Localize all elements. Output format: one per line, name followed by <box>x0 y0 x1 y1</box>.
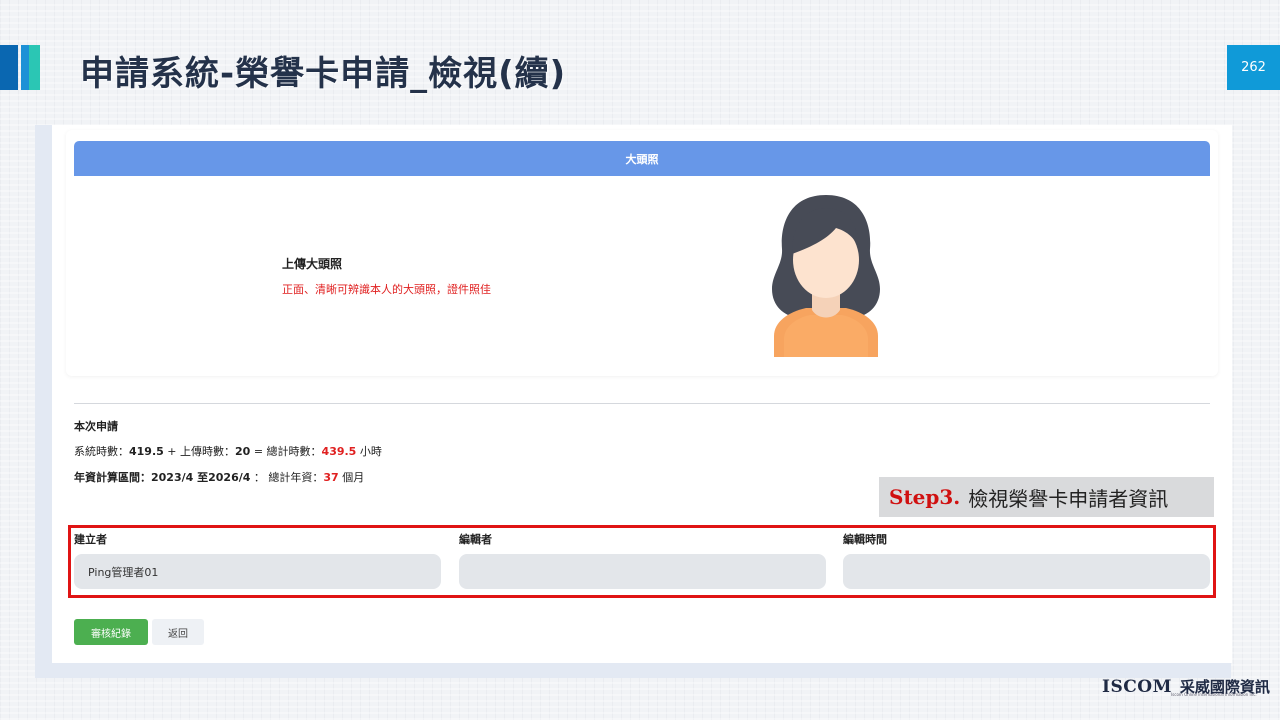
total-months-value: 37 <box>323 471 339 484</box>
upload-photo-hint: 正面、清晰可辨識本人的大頭照，證件照佳 <box>282 283 491 296</box>
editor-field[interactable] <box>459 554 826 589</box>
section-divider <box>74 403 1210 404</box>
edit-time-label: 編輯時間 <box>843 533 887 546</box>
step-number: Step3. <box>889 485 961 509</box>
total-hours-value: 439.5 <box>321 445 357 458</box>
edit-time-field[interactable] <box>843 554 1210 589</box>
avatar-placeholder-icon[interactable] <box>770 194 882 357</box>
system-hours-value: 419.5 <box>129 445 164 458</box>
title-accent-bars <box>0 45 40 90</box>
review-log-button[interactable]: 審核紀錄 <box>74 619 148 645</box>
creator-label: 建立者 <box>74 533 107 546</box>
logo-subtitle: Iscom Online International Information I… <box>1171 692 1257 697</box>
photo-section-header: 大頭照 <box>74 141 1210 176</box>
seniority-summary: 年資計算區間：2023/4 至2026/4 ： 總計年資：37 個月 <box>74 471 365 484</box>
seniority-period-value: 2023/4 至2026/4 <box>151 471 251 484</box>
back-button[interactable]: 返回 <box>152 619 204 645</box>
hours-summary: 系統時數：419.5 + 上傳時數：20 = 總計時數：439.5 小時 <box>74 445 382 458</box>
upload-hours-value: 20 <box>235 445 251 458</box>
page-number-badge: 262 <box>1227 45 1280 90</box>
step-annotation: Step3. 檢視榮譽卡申請者資訊 <box>879 477 1214 517</box>
logo-wordmark: ISCOM <box>1102 677 1172 697</box>
editor-label: 編輯者 <box>459 533 492 546</box>
upload-photo-label: 上傳大頭照 <box>282 257 343 271</box>
application-heading: 本次申請 <box>74 420 118 433</box>
slide-title: 申請系統-榮譽卡申請_檢視(續) <box>80 54 567 94</box>
creator-field[interactable]: Ping管理者01 <box>74 554 441 589</box>
step-description: 檢視榮譽卡申請者資訊 <box>968 486 1169 511</box>
